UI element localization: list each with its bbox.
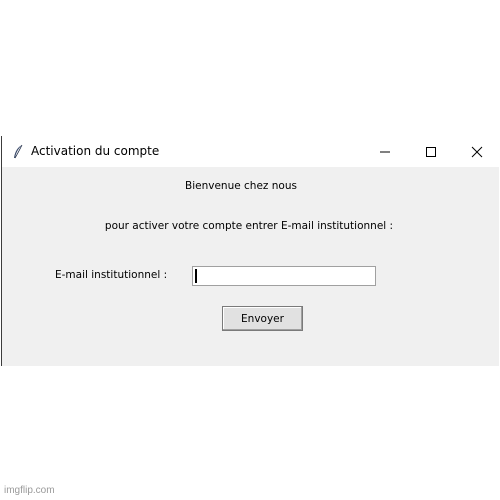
welcome-text: Bienvenue chez nous [185,180,297,192]
feather-icon [12,144,24,160]
watermark: imgflip.com [4,485,55,496]
email-label: E-mail institutionnel : [55,269,168,281]
maximize-button[interactable] [408,136,454,167]
close-button[interactable] [454,136,500,167]
window-content: Bienvenue chez nous pour activer votre c… [2,167,499,366]
minimize-icon [380,151,390,153]
instruction-text: pour activer votre compte entrer E-mail … [104,220,394,232]
email-field[interactable] [192,266,376,286]
maximize-icon [426,147,436,157]
minimize-button[interactable] [362,136,408,167]
window-title: Activation du compte [31,144,160,158]
text-caret [195,269,197,283]
close-icon [471,146,483,158]
title-bar[interactable]: Activation du compte [2,136,499,167]
send-button[interactable]: Envoyer [222,306,303,331]
app-window: Activation du compte Bienvenue chez nous [1,136,499,366]
page: Activation du compte Bienvenue chez nous [0,0,500,500]
